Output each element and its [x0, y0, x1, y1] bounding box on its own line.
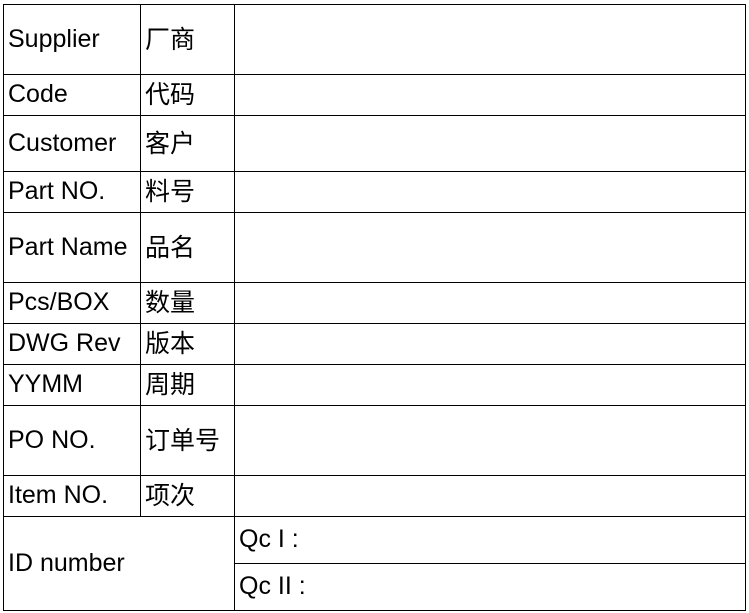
- label-cn-po-no: 订单号: [140, 405, 235, 476]
- label-en-po-no: PO NO.: [3, 405, 141, 476]
- label-cn-dwg-rev: 版本: [140, 323, 235, 365]
- qc2-cell[interactable]: Qc II :: [234, 563, 746, 611]
- label-en-part-name: Part Name: [3, 212, 141, 283]
- value-cell-dwg-rev[interactable]: [234, 323, 746, 365]
- label-cn-supplier: 厂商: [140, 4, 235, 75]
- label-cn-part-no: 料号: [140, 171, 235, 213]
- label-cn-customer: 客户: [140, 115, 235, 172]
- label-en-yymm: YYMM: [3, 364, 141, 406]
- label-en-part-no: Part NO.: [3, 171, 141, 213]
- label-en-dwg-rev: DWG Rev: [3, 323, 141, 365]
- label-cn-code: 代码: [140, 74, 235, 116]
- id-number-label: ID number: [3, 516, 235, 611]
- value-cell-yymm[interactable]: [234, 364, 746, 406]
- value-cell-pcs-box[interactable]: [234, 282, 746, 324]
- label-en-code: Code: [3, 74, 141, 116]
- label-en-customer: Customer: [3, 115, 141, 172]
- value-cell-part-no[interactable]: [234, 171, 746, 213]
- label-cn-item-no: 项次: [140, 475, 235, 517]
- row-yymm: YYMM 周期: [3, 364, 746, 406]
- row-customer: Customer 客户: [3, 115, 746, 172]
- value-cell-po-no[interactable]: [234, 405, 746, 476]
- label-en-item-no: Item NO.: [3, 475, 141, 517]
- label-en-pcs-box: Pcs/BOX: [3, 282, 141, 324]
- row-part-name: Part Name 品名: [3, 212, 746, 283]
- value-cell-item-no[interactable]: [234, 475, 746, 517]
- label-cn-part-name: 品名: [140, 212, 235, 283]
- value-cell-part-name[interactable]: [234, 212, 746, 283]
- label-cn-pcs-box: 数量: [140, 282, 235, 324]
- label-table: Supplier 厂商 Code 代码 Customer 客户 Part NO.…: [3, 4, 746, 611]
- row-pcs-box: Pcs/BOX 数量: [3, 282, 746, 324]
- row-supplier: Supplier 厂商: [3, 4, 746, 75]
- row-dwg-rev: DWG Rev 版本: [3, 323, 746, 365]
- row-item-no: Item NO. 项次: [3, 475, 746, 517]
- label-cn-yymm: 周期: [140, 364, 235, 406]
- value-cell-supplier[interactable]: [234, 4, 746, 75]
- value-cell-customer[interactable]: [234, 115, 746, 172]
- value-cell-code[interactable]: [234, 74, 746, 116]
- row-part-no: Part NO. 料号: [3, 171, 746, 213]
- row-code: Code 代码: [3, 74, 746, 116]
- row-po-no: PO NO. 订单号: [3, 405, 746, 476]
- label-en-supplier: Supplier: [3, 4, 141, 75]
- row-qc1: ID number Qc I :: [3, 516, 746, 611]
- qc1-cell[interactable]: Qc I :: [234, 516, 746, 564]
